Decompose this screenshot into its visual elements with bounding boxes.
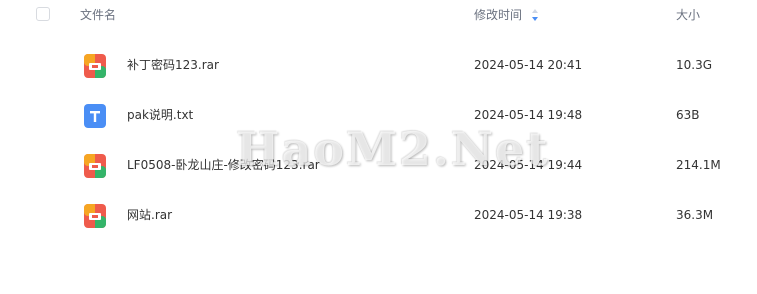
file-modified-time: 2024-05-14 19:48 <box>474 108 583 122</box>
file-name[interactable]: pak说明.txt <box>127 108 193 123</box>
column-header-modified[interactable]: 修改时间 <box>474 8 522 22</box>
file-row[interactable]: 网站.rar 2024-05-14 19:38 36.3M <box>0 191 757 239</box>
txt-file-icon <box>84 104 106 128</box>
file-modified-time: 2024-05-14 19:44 <box>474 158 583 172</box>
file-size: 214.1M <box>676 158 721 172</box>
select-all-checkbox[interactable] <box>36 7 50 21</box>
column-header-name[interactable]: 文件名 <box>80 8 116 22</box>
file-modified-time: 2024-05-14 19:38 <box>474 208 583 222</box>
file-name[interactable]: 补丁密码123.rar <box>127 58 219 73</box>
file-name[interactable]: LF0508-卧龙山庄-修改密码123.rar <box>127 158 320 173</box>
column-header-size[interactable]: 大小 <box>676 8 700 22</box>
file-size: 10.3G <box>676 58 713 72</box>
file-row[interactable]: LF0508-卧龙山庄-修改密码123.rar 2024-05-14 19:44… <box>0 141 757 189</box>
rar-archive-icon <box>84 154 106 178</box>
file-modified-time: 2024-05-14 20:41 <box>474 58 583 72</box>
rar-archive-icon <box>84 54 106 78</box>
file-size: 63B <box>676 108 700 122</box>
file-row[interactable]: 补丁密码123.rar 2024-05-14 20:41 10.3G <box>0 41 757 89</box>
file-row[interactable]: pak说明.txt 2024-05-14 19:48 63B <box>0 91 757 139</box>
file-size: 36.3M <box>676 208 714 222</box>
file-list-header: 文件名 修改时间 大小 <box>0 0 757 32</box>
sort-desc-icon[interactable] <box>530 7 540 23</box>
rar-archive-icon <box>84 204 106 228</box>
file-name[interactable]: 网站.rar <box>127 208 172 223</box>
